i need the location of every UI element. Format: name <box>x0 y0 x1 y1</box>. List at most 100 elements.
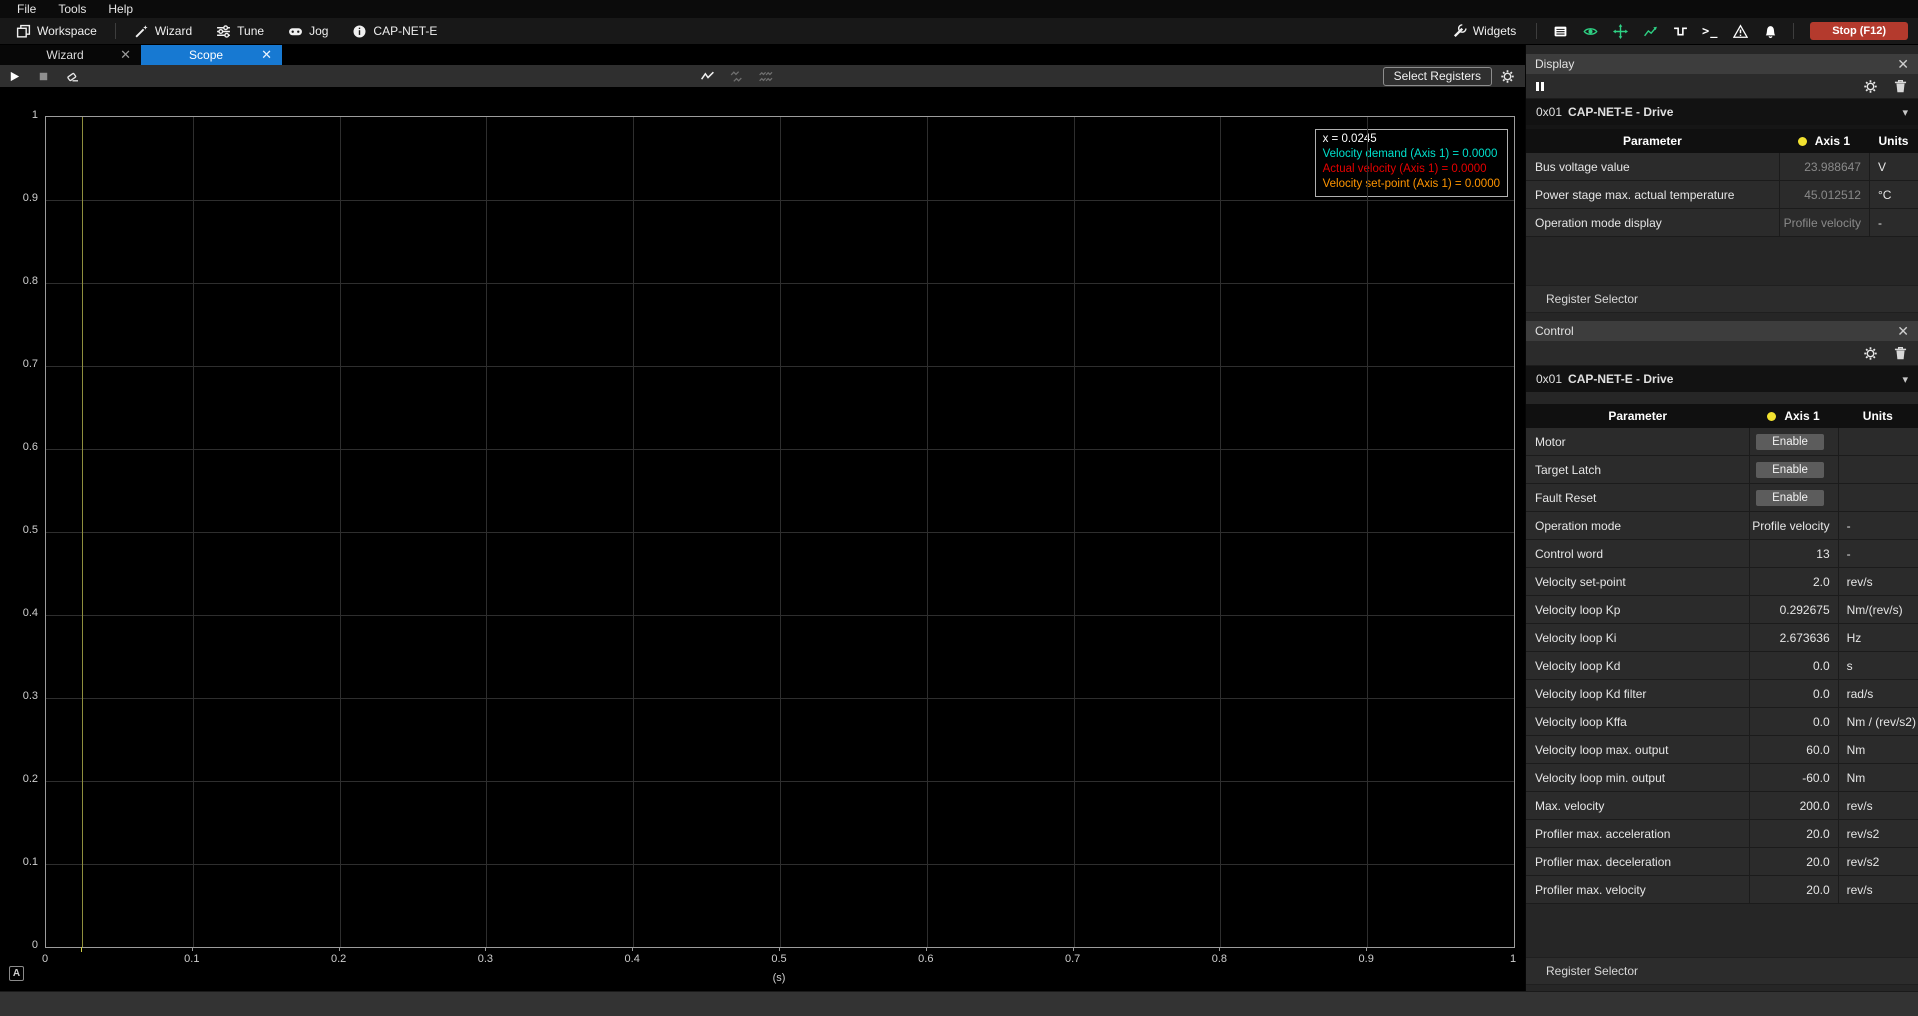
wand-icon <box>134 24 149 39</box>
close-icon[interactable]: ✕ <box>1897 57 1909 71</box>
display-delete-trash-icon[interactable] <box>1893 79 1908 94</box>
table-row: Operation mode Profile velocity - <box>1526 512 1918 540</box>
scope-settings-gear-icon[interactable] <box>1500 69 1515 84</box>
stop-button[interactable]: Stop (F12) <box>1810 22 1908 40</box>
control-widget-header[interactable]: Control ✕ <box>1526 321 1918 341</box>
motion-move-icon[interactable] <box>1607 21 1633 41</box>
square-wave-icon[interactable] <box>1667 21 1693 41</box>
parameter-value[interactable]: 2.673636 <box>1749 624 1837 651</box>
table-row: Profiler max. acceleration 20.0 rev/s2 <box>1526 820 1918 848</box>
chevron-down-icon[interactable]: ▾ <box>1902 106 1908 119</box>
parameter-units: rev/s <box>1837 568 1918 595</box>
parameter-value[interactable]: 2.0 <box>1749 568 1837 595</box>
parameter-units: Nm <box>1837 736 1918 763</box>
parameter-value[interactable]: 45.012512 <box>1778 181 1869 208</box>
motor-enable-button[interactable]: Enable <box>1756 433 1824 450</box>
parameter-value[interactable]: 20.0 <box>1749 876 1837 903</box>
stop-record-icon[interactable] <box>37 70 50 83</box>
table-row: Max. velocity 200.0 rev/s <box>1526 792 1918 820</box>
display-device-selector[interactable]: 0x01 CAP-NET-E - Drive ▾ <box>1526 99 1918 125</box>
pause-icon[interactable] <box>1536 81 1544 91</box>
wizard-button[interactable]: Wizard <box>124 21 202 42</box>
faults-warning-icon[interactable] <box>1727 21 1753 41</box>
control-delete-trash-icon[interactable] <box>1893 346 1908 361</box>
workspace-button[interactable]: Workspace <box>6 21 107 42</box>
control-device-selector[interactable]: 0x01 CAP-NET-E - Drive ▾ <box>1526 366 1918 392</box>
device-name: CAP-NET-E - Drive <box>1568 105 1674 119</box>
parameter-value[interactable]: 20.0 <box>1749 820 1837 847</box>
display-register-selector[interactable]: Register Selector <box>1526 285 1918 313</box>
scope-cursor-line[interactable] <box>81 117 83 947</box>
cursor-tick-mark <box>80 947 82 952</box>
parameter-value[interactable]: 200.0 <box>1749 792 1837 819</box>
parameter-units: rev/s <box>1837 876 1918 903</box>
control-settings-gear-icon[interactable] <box>1863 346 1878 361</box>
table-row: Velocity loop Kd 0.0 s <box>1526 652 1918 680</box>
fault-reset-enable-button[interactable]: Enable <box>1756 489 1824 506</box>
parameter-value[interactable]: 20.0 <box>1749 848 1837 875</box>
control-register-selector[interactable]: Register Selector <box>1526 957 1918 985</box>
tune-button[interactable]: Tune <box>206 21 274 42</box>
console-terminal-icon[interactable]: >_ <box>1697 21 1723 41</box>
monitor-eye-icon[interactable] <box>1577 21 1603 41</box>
tab-bar: Wizard ✕ Scope ✕ <box>0 45 1525 65</box>
main-toolbar: Workspace Wizard Tune Jog CAP-NET-E Widgets … <box>0 18 1918 45</box>
menu-bar: File Tools Help <box>0 0 1918 18</box>
play-icon[interactable] <box>8 70 21 83</box>
display-widget-header[interactable]: Display ✕ <box>1526 54 1918 74</box>
close-icon[interactable]: ✕ <box>261 48 272 61</box>
parameter-value[interactable]: 0.0 <box>1749 652 1837 679</box>
device-info-button[interactable]: CAP-NET-E <box>342 21 447 42</box>
parameter-name: Velocity loop Kp <box>1535 602 1621 617</box>
tab-scope[interactable]: Scope ✕ <box>141 45 282 65</box>
clear-eraser-icon[interactable] <box>66 69 80 83</box>
widgets-button[interactable]: Widgets <box>1442 21 1526 42</box>
close-icon[interactable]: ✕ <box>1897 324 1909 338</box>
x-tick-label: 0 <box>41 953 49 965</box>
select-registers-button[interactable]: Select Registers <box>1382 66 1492 86</box>
autoscale-button[interactable]: A <box>9 966 24 981</box>
table-row: Velocity loop Kd filter 0.0 rad/s <box>1526 680 1918 708</box>
jog-button[interactable]: Jog <box>278 21 338 42</box>
interpolation-off-icon[interactable] <box>758 69 773 84</box>
tab-wizard[interactable]: Wizard ✕ <box>0 45 141 65</box>
menu-file[interactable]: File <box>6 2 47 16</box>
parameter-value[interactable]: Profile velocity <box>1778 209 1869 236</box>
target-latch-enable-button[interactable]: Enable <box>1756 461 1824 478</box>
table-row: Bus voltage value 23.988647 V <box>1526 153 1918 181</box>
close-icon[interactable]: ✕ <box>120 48 131 61</box>
parameter-value[interactable]: 60.0 <box>1749 736 1837 763</box>
x-tick-mark <box>1366 947 1368 951</box>
gridline-horizontal <box>46 615 1514 616</box>
display-settings-gear-icon[interactable] <box>1863 79 1878 94</box>
parameter-units <box>1837 484 1918 511</box>
parameter-value[interactable]: 13 <box>1749 540 1837 567</box>
parameter-value[interactable]: 23.988647 <box>1778 153 1869 180</box>
notifications-bell-icon[interactable] <box>1757 21 1783 41</box>
parameter-action-cell: Enable <box>1749 484 1837 511</box>
info-icon <box>352 24 367 39</box>
scope-linestyle-controls <box>700 69 773 84</box>
parameter-value[interactable]: 0.292675 <box>1749 596 1837 623</box>
wizard-label: Wizard <box>154 24 193 38</box>
parameter-name: Control word <box>1535 546 1604 561</box>
parameter-value[interactable]: Profile velocity <box>1749 512 1837 539</box>
x-tick-mark <box>191 947 193 951</box>
parameter-value[interactable]: 0.0 <box>1749 680 1837 707</box>
scope-chart-icon[interactable] <box>1637 21 1663 41</box>
y-tick-label: 1 <box>31 109 38 121</box>
parameter-value[interactable]: 0.0 <box>1749 708 1837 735</box>
signal-line-icon[interactable] <box>700 69 715 84</box>
menu-tools[interactable]: Tools <box>47 2 97 16</box>
chevron-down-icon[interactable]: ▾ <box>1902 373 1908 386</box>
menu-help[interactable]: Help <box>97 2 144 16</box>
parameter-value[interactable]: -60.0 <box>1749 764 1837 791</box>
registers-table-icon[interactable] <box>1547 21 1573 41</box>
tooltip-series-value: Actual velocity (Axis 1) = 0.0000 <box>1322 163 1487 175</box>
main-split: Wizard ✕ Scope ✕ Select Registers x = 0.… <box>0 45 1918 991</box>
parameter-units: - <box>1837 540 1918 567</box>
interpolation-icon[interactable] <box>729 69 744 84</box>
plot-area[interactable]: x = 0.0245 Velocity demand (Axis 1) = 0.… <box>45 116 1515 948</box>
panel-spacer <box>1526 237 1918 285</box>
parameter-name: Operation mode display <box>1535 215 1662 230</box>
